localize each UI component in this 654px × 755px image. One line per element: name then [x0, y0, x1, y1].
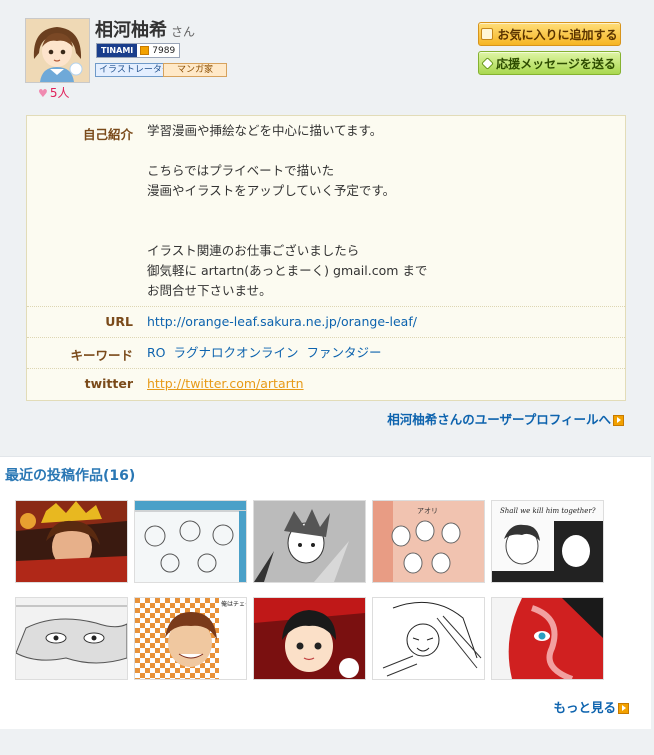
honorific: さん [171, 25, 196, 39]
intro-label: 自己紹介 [82, 127, 133, 142]
arrow-right-icon [618, 703, 629, 714]
rss-icon [140, 46, 150, 55]
recent-works-heading: 最近の投稿作品(16) [5, 468, 136, 484]
twitter-link[interactable]: http://twitter.com/artartn [147, 374, 304, 394]
keyword-link[interactable]: ファンタジー [306, 345, 381, 360]
work-thumbnail-6[interactable] [15, 597, 128, 680]
tinami-logo: TINAMI [97, 44, 138, 57]
work-thumbnail-9[interactable] [372, 597, 485, 680]
arrow-right-icon [613, 415, 624, 426]
work-thumbnail-7[interactable]: 俺はチェイニー 特技は誰にでも変身できることさ [134, 597, 247, 680]
work-thumbnail-4[interactable]: アオリ [372, 500, 485, 583]
keyword-label: キーワード [70, 348, 133, 363]
work-thumbnail-10[interactable] [491, 597, 604, 680]
more-works-link[interactable]: もっと見る [553, 697, 629, 716]
keyword-link[interactable]: ラグナロクオンライン [173, 345, 298, 360]
work-thumbnail-3[interactable] [253, 500, 366, 583]
tinami-badge[interactable]: TINAMI 7989 [96, 43, 181, 58]
work-thumbnail-8[interactable] [253, 597, 366, 680]
profile-table: 自己紹介 学習漫画や挿絵などを中心に描いてます。 こちらではプライベートで描いた… [26, 115, 626, 401]
user-name-text: 相河柚希 [95, 20, 167, 41]
twitter-label: twitter [84, 376, 133, 391]
user-avatar[interactable] [25, 18, 90, 83]
tinami-number: 7989 [152, 45, 176, 56]
heart-icon: ♥ [38, 87, 48, 100]
url-row: URL http://orange-leaf.sakura.ne.jp/oran… [27, 306, 625, 337]
recent-works-section: 最近の投稿作品(16) アオリ Shall we kill him togeth… [0, 456, 651, 729]
send-message-button[interactable]: 応援メッセージを送る [478, 51, 621, 75]
pencil-icon [481, 56, 494, 70]
keyword-list: RO ラグナロクオンライン ファンタジー [147, 343, 381, 363]
keyword-row: キーワード RO ラグナロクオンライン ファンタジー [27, 337, 625, 368]
keyword-link[interactable]: RO [147, 345, 166, 360]
user-name: 相河柚希 さん [95, 16, 195, 42]
work-thumbnail-1[interactable] [15, 500, 128, 583]
favorite-count: ♥ 5人 [38, 86, 70, 100]
user-profile-link[interactable]: 相河柚希さんのユーザープロフィールへ [387, 409, 624, 428]
work-thumbnail-2[interactable] [134, 500, 247, 583]
plus-icon [481, 28, 494, 40]
url-label: URL [105, 314, 133, 329]
tag-mangaka[interactable]: マンガ家 [163, 63, 227, 77]
intro-text: 学習漫画や挿絵などを中心に描いてます。 こちらではプライベートで描いた 漫画やイ… [147, 123, 428, 298]
thumbnail-caption: 俺はチェイニー 特技は誰にでも変身できることさ [221, 600, 246, 608]
thumbnail-caption: アオリ [417, 507, 438, 515]
work-thumbnail-5[interactable]: Shall we kill him together? [491, 500, 604, 583]
twitter-row: twitter http://twitter.com/artartn [27, 368, 625, 400]
url-link[interactable]: http://orange-leaf.sakura.ne.jp/orange-l… [147, 312, 417, 332]
add-favorite-button[interactable]: お気に入りに追加する [478, 22, 621, 46]
thumbnail-caption: Shall we kill him together? [500, 507, 596, 515]
